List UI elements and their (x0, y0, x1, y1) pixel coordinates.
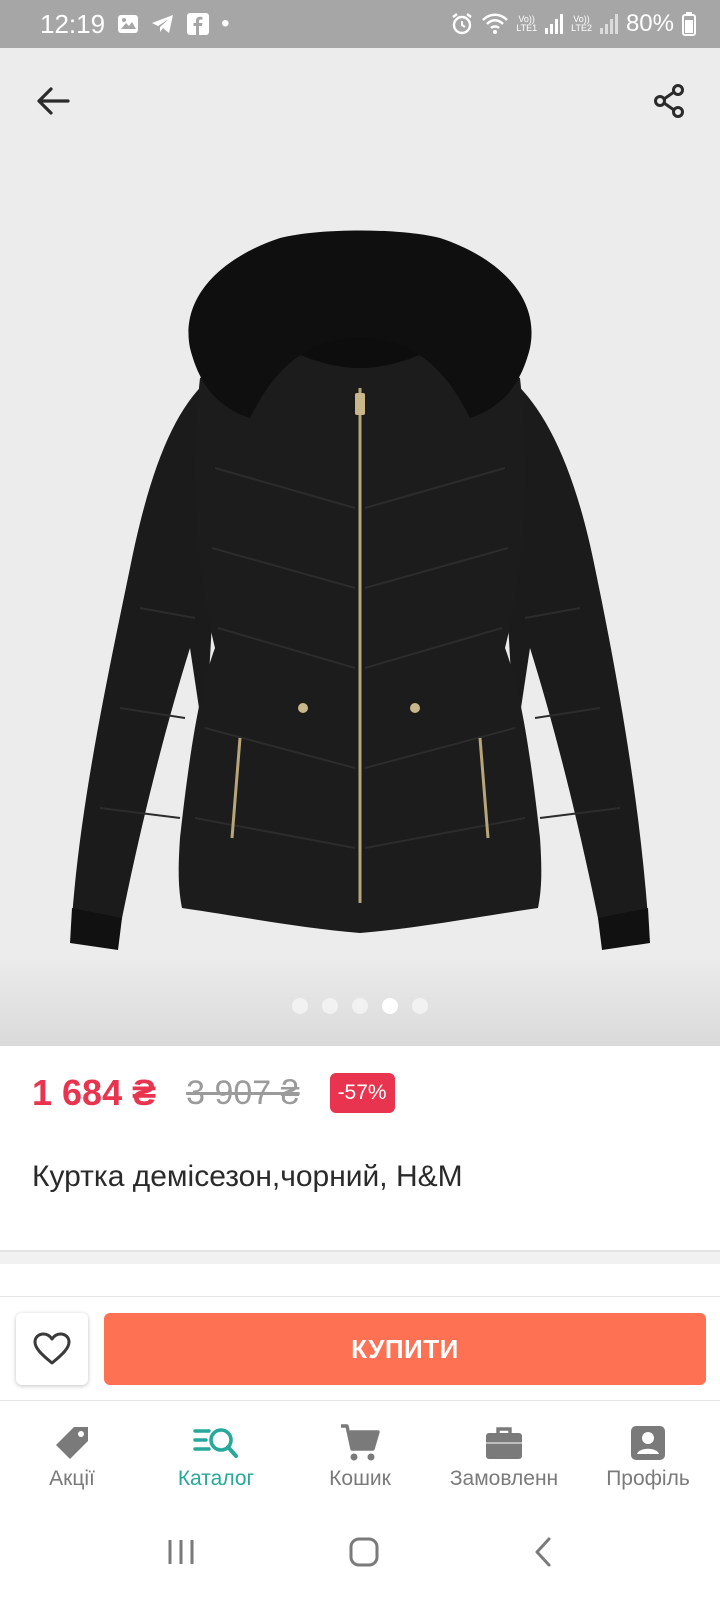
nav-label: Профіль (606, 1467, 690, 1490)
battery-icon (682, 12, 696, 36)
recent-apps-icon (168, 1539, 194, 1564)
price-row: 1 684 ₴ 3 907 ₴ -57% (32, 1072, 395, 1114)
sim1-indicator: Vo)) LTE1 (516, 14, 538, 33)
status-time: 12:19 (40, 8, 106, 39)
product-gallery[interactable] (0, 48, 720, 1046)
favorite-button[interactable] (16, 1313, 88, 1385)
battery-percent: 80% (625, 10, 674, 37)
status-bar: 12:19 • Vo)) LTE1 Vo)) LTE2 80% (0, 0, 720, 48)
signal-icon (545, 14, 564, 34)
gallery-dot[interactable] (412, 998, 428, 1014)
system-back-button[interactable] (532, 1536, 554, 1573)
gallery-dot[interactable] (322, 998, 338, 1014)
profile-icon (629, 1423, 667, 1463)
gallery-dot[interactable] (292, 998, 308, 1014)
gallery-dots (0, 998, 720, 1014)
share-icon (654, 84, 684, 118)
gallery-dot-active[interactable] (382, 998, 398, 1014)
heart-icon (33, 1332, 71, 1365)
nav-item-catalog[interactable]: Каталог (144, 1401, 288, 1508)
nav-label: Каталог (177, 1467, 255, 1490)
nav-label: Замовленн (449, 1467, 559, 1490)
notification-dot: • (221, 10, 230, 37)
cart-icon (339, 1423, 381, 1463)
back-button[interactable] (30, 78, 76, 124)
product-image (70, 230, 650, 950)
alarm-icon (450, 12, 474, 36)
facebook-icon (187, 13, 210, 35)
briefcase-icon (484, 1423, 524, 1463)
sim2-indicator: Vo)) LTE2 (571, 14, 592, 33)
system-nav (0, 1508, 720, 1600)
gallery-dot[interactable] (352, 998, 368, 1014)
catalog-search-icon (193, 1423, 239, 1463)
buy-button[interactable]: КУПИТИ (104, 1313, 706, 1385)
price-current: 1 684 ₴ (32, 1072, 157, 1113)
discount-badge: -57% (329, 1073, 395, 1113)
bottom-nav: Акції Каталог Кошик Замовленн Профіль (0, 1400, 720, 1508)
recent-apps-button[interactable] (166, 1538, 196, 1571)
arrow-left-icon (37, 87, 70, 115)
action-bar: КУПИТИ (0, 1296, 720, 1400)
nav-item-profile[interactable]: Профіль (576, 1401, 720, 1508)
product-title: Куртка демісезон,чорний, H&M (32, 1160, 463, 1193)
section-divider (0, 1250, 720, 1264)
nav-item-cart[interactable]: Кошик (288, 1401, 432, 1508)
tag-icon (52, 1423, 92, 1463)
price-old: 3 907 ₴ (186, 1073, 300, 1112)
share-button[interactable] (646, 78, 692, 124)
wifi-icon (482, 13, 509, 35)
home-button[interactable] (348, 1536, 380, 1573)
chevron-left-icon (535, 1537, 551, 1566)
nav-item-promotions[interactable]: Акції (0, 1401, 144, 1508)
nav-label: Акції (49, 1467, 95, 1490)
home-icon (349, 1537, 379, 1566)
telegram-icon (151, 14, 175, 34)
nav-item-orders[interactable]: Замовленн (432, 1401, 576, 1508)
signal-icon (599, 14, 618, 34)
nav-label: Кошик (329, 1467, 391, 1490)
image-icon (117, 14, 139, 34)
